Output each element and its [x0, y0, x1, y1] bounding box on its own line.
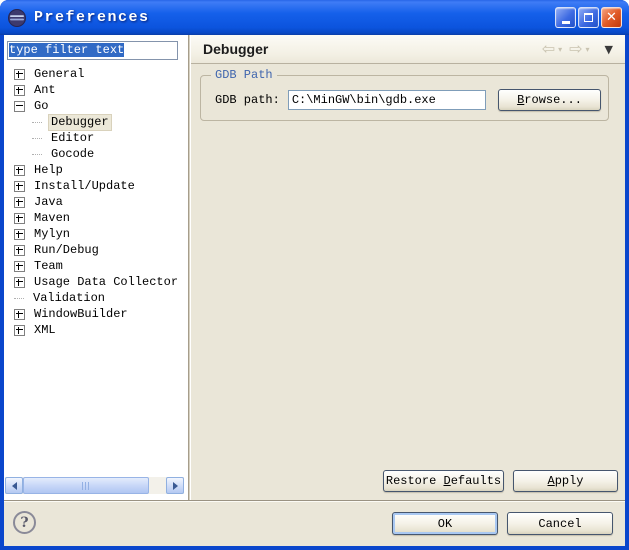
scroll-right-button[interactable] [166, 477, 184, 494]
preference-tree: GeneralAntGoDebuggerEditorGocodeHelpInst… [4, 66, 188, 338]
tree-item-label: Usage Data Collector [32, 275, 180, 290]
browse-button[interactable]: Browse... [498, 89, 601, 111]
tree-item-label: Maven [32, 211, 72, 226]
expand-icon[interactable] [14, 229, 25, 240]
expand-icon[interactable] [14, 165, 25, 176]
tree-item-label: Go [32, 99, 50, 114]
tree-item-go[interactable]: Go [4, 98, 188, 114]
close-button[interactable]: ✕ [601, 7, 622, 28]
dialog-body: type filter text GeneralAntGoDebuggerEdi… [4, 35, 625, 546]
gdb-path-label: GDB path: [215, 93, 280, 107]
tree-connector [32, 154, 42, 155]
tree-item-debugger[interactable]: Debugger [4, 114, 188, 130]
minimize-button[interactable] [555, 7, 576, 28]
tree-item-validation[interactable]: Validation [4, 290, 188, 306]
tree-item-xml[interactable]: XML [4, 322, 188, 338]
tree-item-label: Editor [49, 131, 96, 146]
tree-item-label: Help [32, 163, 65, 178]
scroll-left-button[interactable] [5, 477, 23, 494]
tree-item-help[interactable]: Help [4, 162, 188, 178]
scroll-right-icon [173, 482, 178, 490]
tree-item-mylyn[interactable]: Mylyn [4, 226, 188, 242]
collapse-icon[interactable] [14, 101, 25, 112]
maximize-icon [584, 13, 593, 22]
scrollbar-track[interactable] [23, 477, 166, 494]
horizontal-scrollbar[interactable] [5, 477, 184, 494]
preference-tree-panel: type filter text GeneralAntGoDebuggerEdi… [4, 35, 188, 500]
page-header: Debugger ⇦ ▾ ⇨ ▾ ▼ [191, 35, 625, 64]
page-title: Debugger [203, 41, 268, 57]
tree-item-usage-data-collector[interactable]: Usage Data Collector [4, 274, 188, 290]
ok-button[interactable]: OK [392, 512, 498, 535]
gdb-path-input[interactable] [288, 90, 486, 110]
filter-input[interactable]: type filter text [7, 41, 178, 60]
restore-defaults-button[interactable]: Restore Defaults [383, 470, 504, 492]
scroll-left-icon [12, 482, 17, 490]
titlebar[interactable]: Preferences ✕ [0, 0, 629, 35]
scrollbar-thumb[interactable] [23, 477, 149, 494]
expand-icon[interactable] [14, 69, 25, 80]
dialog-footer: ? OK Cancel [4, 502, 625, 546]
tree-item-label: Validation [31, 291, 107, 306]
maximize-button[interactable] [578, 7, 599, 28]
tree-item-label: Java [32, 195, 65, 210]
expand-icon[interactable] [14, 85, 25, 96]
minimize-icon [562, 21, 570, 24]
tree-item-ant[interactable]: Ant [4, 82, 188, 98]
expand-icon[interactable] [14, 213, 25, 224]
eclipse-logo-icon [7, 8, 27, 28]
tree-item-java[interactable]: Java [4, 194, 188, 210]
forward-dropdown-icon[interactable]: ▾ [586, 45, 590, 54]
help-button[interactable]: ? [13, 511, 36, 534]
tree-item-label: XML [32, 323, 58, 338]
expand-icon[interactable] [14, 261, 25, 272]
expand-icon[interactable] [14, 325, 25, 336]
expand-icon[interactable] [14, 245, 25, 256]
tree-item-label: Install/Update [32, 179, 137, 194]
expand-icon[interactable] [14, 197, 25, 208]
question-mark-icon: ? [20, 515, 28, 531]
tree-connector [14, 298, 24, 299]
back-dropdown-icon[interactable]: ▾ [558, 45, 562, 54]
expand-icon[interactable] [14, 309, 25, 320]
gdb-path-group: GDB Path GDB path: Browse... [200, 75, 609, 121]
tree-item-editor[interactable]: Editor [4, 130, 188, 146]
tree-item-label: Team [32, 259, 65, 274]
tree-connector [32, 138, 42, 139]
tree-item-label: WindowBuilder [32, 307, 130, 322]
forward-icon[interactable]: ⇨ [569, 41, 582, 57]
back-icon[interactable]: ⇦ [542, 41, 555, 57]
preferences-dialog: Preferences ✕ type filter text GeneralAn… [0, 0, 629, 550]
tree-item-windowbuilder[interactable]: WindowBuilder [4, 306, 188, 322]
group-title: GDB Path [211, 68, 277, 82]
tree-item-label: Mylyn [32, 227, 72, 242]
tree-item-gocode[interactable]: Gocode [4, 146, 188, 162]
expand-icon[interactable] [14, 181, 25, 192]
tree-item-general[interactable]: General [4, 66, 188, 82]
apply-button[interactable]: Apply [513, 470, 618, 492]
expand-icon[interactable] [14, 277, 25, 288]
tree-item-label: Run/Debug [32, 243, 101, 258]
tree-item-run-debug[interactable]: Run/Debug [4, 242, 188, 258]
tree-item-install-update[interactable]: Install/Update [4, 178, 188, 194]
debugger-page: Debugger ⇦ ▾ ⇨ ▾ ▼ GDB Path GDB path: Br… [191, 35, 625, 500]
tree-item-maven[interactable]: Maven [4, 210, 188, 226]
tree-item-team[interactable]: Team [4, 258, 188, 274]
tree-connector [32, 122, 42, 123]
tree-item-label: Ant [32, 83, 58, 98]
tree-item-label: General [32, 67, 86, 82]
tree-item-label: Gocode [49, 147, 96, 162]
close-icon: ✕ [606, 11, 617, 24]
filter-input-text: type filter text [9, 43, 124, 57]
view-menu-icon[interactable]: ▼ [605, 43, 613, 56]
cancel-button[interactable]: Cancel [507, 512, 613, 535]
tree-item-label: Debugger [49, 115, 111, 130]
window-title: Preferences [34, 9, 150, 26]
scrollbar-grip-icon [82, 482, 91, 490]
